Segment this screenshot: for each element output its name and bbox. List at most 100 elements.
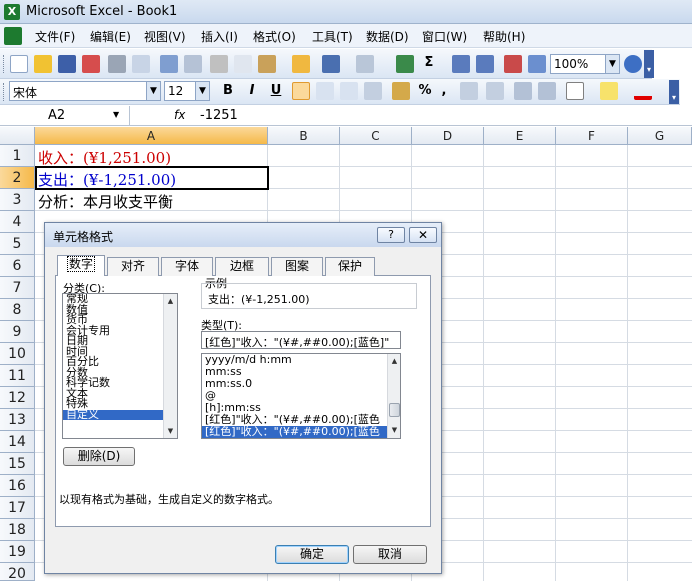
- italic-button[interactable]: I: [243, 83, 261, 98]
- menu-file[interactable]: 文件(F): [35, 28, 75, 45]
- row-header-13[interactable]: 13: [0, 409, 35, 431]
- currency-style-icon[interactable]: [392, 82, 410, 100]
- tab-border[interactable]: 边框: [215, 257, 269, 276]
- comma-style-button[interactable]: ,: [438, 83, 450, 98]
- menu-window[interactable]: 窗口(W): [422, 28, 467, 45]
- cell-a2[interactable]: 支出：(¥-1,251.00): [38, 169, 176, 190]
- menu-format[interactable]: 格式(O): [253, 28, 296, 45]
- dialog-close-button[interactable]: ✕: [409, 227, 437, 243]
- excel-app-icon[interactable]: X: [4, 4, 20, 20]
- row-header-18[interactable]: 18: [0, 519, 35, 541]
- fill-color-icon[interactable]: [600, 82, 618, 100]
- undo-icon[interactable]: [322, 55, 340, 73]
- redo-icon[interactable]: [356, 55, 374, 73]
- format-toolbar-options-icon[interactable]: ▾: [669, 80, 679, 104]
- name-box[interactable]: A2: [0, 106, 130, 126]
- align-right-icon[interactable]: [340, 82, 358, 100]
- row-header-4[interactable]: 4: [0, 211, 35, 233]
- name-box-dropdown-icon[interactable]: ▼: [113, 110, 119, 119]
- cancel-button[interactable]: 取消: [353, 545, 427, 564]
- dialog-help-button[interactable]: ?: [377, 227, 405, 243]
- row-header-9[interactable]: 9: [0, 321, 35, 343]
- category-listbox[interactable]: 常规 数值 货币 会计专用 日期 时间 百分比 分数 科学记数 文本 特殊 自定…: [62, 293, 178, 439]
- tab-alignment[interactable]: 对齐: [107, 257, 159, 276]
- row-header-6[interactable]: 6: [0, 255, 35, 277]
- drawing-icon[interactable]: [528, 55, 546, 73]
- delete-button[interactable]: 删除(D): [63, 447, 135, 466]
- menu-data[interactable]: 数据(D): [366, 28, 409, 45]
- type-scroll-thumb[interactable]: [389, 403, 400, 417]
- row-header-17[interactable]: 17: [0, 497, 35, 519]
- hyperlink-icon[interactable]: [396, 55, 414, 73]
- merge-center-icon[interactable]: [364, 82, 382, 100]
- open-icon[interactable]: [34, 55, 52, 73]
- select-all-corner[interactable]: [0, 127, 35, 145]
- menu-help[interactable]: 帮助(H): [483, 28, 525, 45]
- new-icon[interactable]: [10, 55, 28, 73]
- row-header-7[interactable]: 7: [0, 277, 35, 299]
- borders-icon[interactable]: [566, 82, 584, 100]
- formula-input[interactable]: -1251: [200, 108, 238, 123]
- chart-wizard-icon[interactable]: [504, 55, 522, 73]
- menu-tools[interactable]: 工具(T): [312, 28, 353, 45]
- font-name-dropdown-icon[interactable]: ▼: [146, 82, 160, 100]
- row-header-1[interactable]: 1: [0, 145, 35, 167]
- type-item-selected[interactable]: [红色]"收入："(¥#,##0.00);[蓝色: [202, 426, 400, 438]
- row-header-10[interactable]: 10: [0, 343, 35, 365]
- print-icon[interactable]: [108, 55, 126, 73]
- type-item[interactable]: mm:ss.0: [202, 378, 400, 390]
- zoom-dropdown-icon[interactable]: ▼: [605, 55, 619, 73]
- scroll-up-icon[interactable]: ▲: [164, 294, 177, 308]
- type-listbox[interactable]: yyyy/m/d h:mm mm:ss mm:ss.0 @ [h]:mm:ss …: [201, 353, 401, 439]
- type-input[interactable]: [红色]"收入："(¥#,##0.00);[蓝色]": [201, 331, 401, 349]
- row-header-8[interactable]: 8: [0, 299, 35, 321]
- cut-icon[interactable]: [210, 55, 228, 73]
- tab-patterns[interactable]: 图案: [271, 257, 323, 276]
- tab-protection[interactable]: 保护: [325, 257, 375, 276]
- column-header-a[interactable]: A: [35, 127, 268, 145]
- row-header-16[interactable]: 16: [0, 475, 35, 497]
- column-header-e[interactable]: E: [484, 127, 556, 145]
- toolbar-grip-2[interactable]: [3, 83, 6, 101]
- column-header-c[interactable]: C: [340, 127, 412, 145]
- category-item-selected[interactable]: 自定义: [63, 409, 163, 420]
- row-header-5[interactable]: 5: [0, 233, 35, 255]
- toolbar-options-icon[interactable]: ▾: [644, 50, 654, 78]
- toolbar-grip[interactable]: [3, 55, 6, 73]
- row-header-14[interactable]: 14: [0, 431, 35, 453]
- type-scrollbar[interactable]: ▲ ▼: [387, 354, 400, 438]
- tab-font[interactable]: 字体: [161, 257, 213, 276]
- permission-icon[interactable]: [82, 55, 100, 73]
- row-header-3[interactable]: 3: [0, 189, 35, 211]
- category-scrollbar[interactable]: ▲ ▼: [163, 294, 177, 438]
- help-icon[interactable]: [624, 55, 642, 73]
- autosum-icon[interactable]: Σ: [420, 55, 438, 70]
- underline-button[interactable]: U: [267, 83, 285, 98]
- format-painter-icon[interactable]: [292, 55, 310, 73]
- bold-button[interactable]: B: [219, 83, 237, 98]
- row-header-19[interactable]: 19: [0, 541, 35, 563]
- font-size-dropdown-icon[interactable]: ▼: [195, 82, 209, 100]
- print-preview-icon[interactable]: [132, 55, 150, 73]
- increase-decimal-icon[interactable]: [460, 82, 478, 100]
- row-header-20[interactable]: 20: [0, 563, 35, 582]
- row-header-15[interactable]: 15: [0, 453, 35, 475]
- align-left-icon[interactable]: [292, 82, 310, 100]
- font-name-combo[interactable]: 宋体: [9, 81, 161, 101]
- column-header-f[interactable]: F: [556, 127, 628, 145]
- scroll-down-icon[interactable]: ▼: [164, 424, 177, 438]
- copy-icon[interactable]: [234, 55, 252, 73]
- type-scroll-up-icon[interactable]: ▲: [388, 354, 401, 368]
- cell-a1[interactable]: 收入：(¥1,251.00): [38, 147, 171, 168]
- increase-indent-icon[interactable]: [538, 82, 556, 100]
- row-header-12[interactable]: 12: [0, 387, 35, 409]
- paste-icon[interactable]: [258, 55, 276, 73]
- menu-view[interactable]: 视图(V): [144, 28, 186, 45]
- column-header-b[interactable]: B: [268, 127, 340, 145]
- menu-insert[interactable]: 插入(I): [201, 28, 238, 45]
- tab-number[interactable]: 数字: [57, 255, 105, 276]
- research-icon[interactable]: [184, 55, 202, 73]
- column-header-d[interactable]: D: [412, 127, 484, 145]
- sort-descending-icon[interactable]: [476, 55, 494, 73]
- save-icon[interactable]: [58, 55, 76, 73]
